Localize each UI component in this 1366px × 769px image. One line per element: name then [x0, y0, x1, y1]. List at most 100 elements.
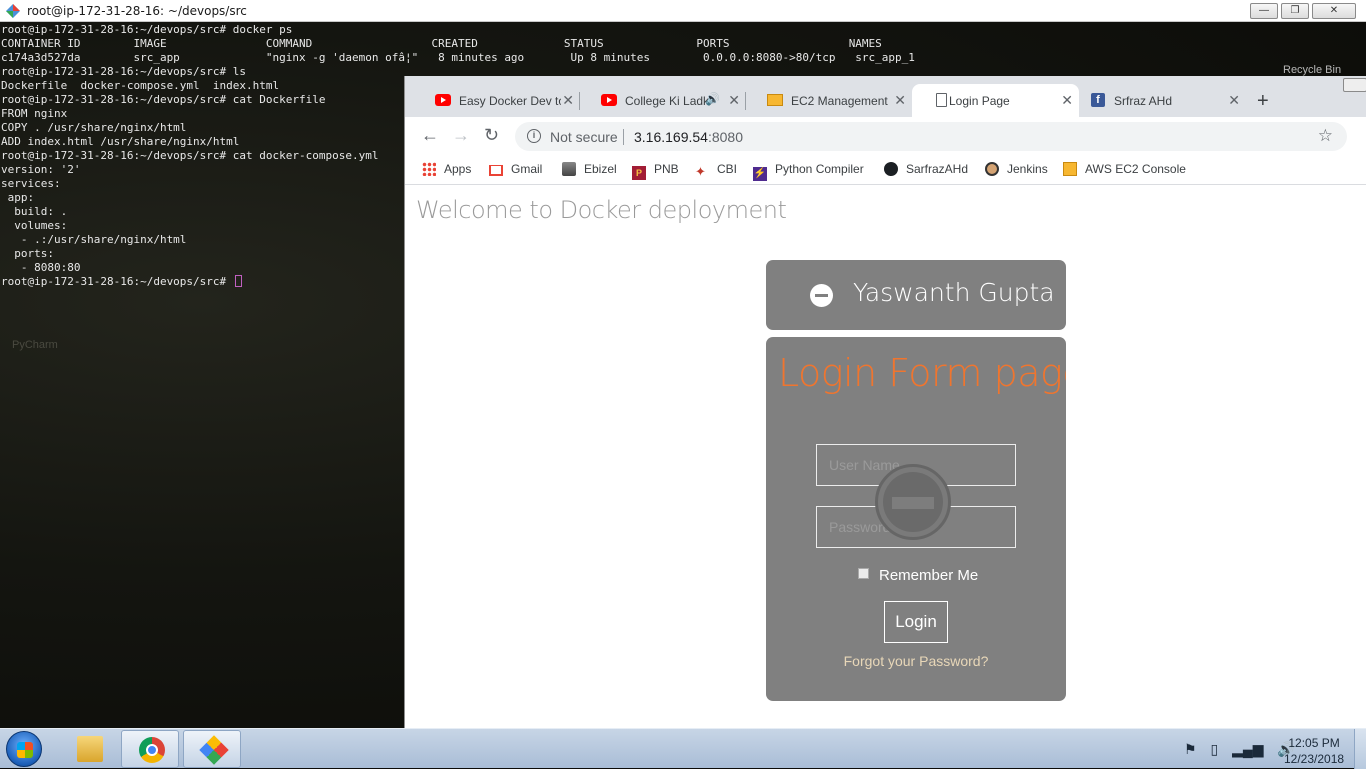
security-label[interactable]: Not secure — [550, 129, 618, 145]
page-icon — [936, 93, 947, 107]
terminal-line: c174a3d527da src_app "nginx -g 'daemon o… — [1, 51, 915, 64]
tab-ec2[interactable]: EC2 Management ✕ — [745, 84, 912, 117]
url-host: 3.16.169.54 — [634, 129, 708, 145]
page-content: Welcome to Docker deployment Yaswanth Gu… — [405, 186, 1366, 728]
bookmark-ebizel[interactable]: Ebizel — [562, 162, 617, 176]
clock-time: 12:05 PM — [1288, 736, 1340, 750]
page-heading: Welcome to Docker deployment — [416, 196, 787, 224]
bookmark-jenkins[interactable]: Jenkins — [985, 162, 1048, 176]
taskbar-chrome[interactable] — [121, 730, 179, 768]
pnb-icon: P — [632, 166, 646, 180]
url-port: :8080 — [707, 129, 744, 145]
terminal-app-icon — [199, 735, 229, 765]
youtube-icon — [435, 94, 451, 106]
close-icon[interactable]: ✕ — [562, 92, 574, 109]
bookmark-label: Ebizel — [584, 162, 617, 176]
audio-icon[interactable]: 🔊 — [705, 92, 720, 106]
close-icon[interactable]: ✕ — [1228, 92, 1240, 109]
chrome-icon — [139, 737, 165, 763]
start-button[interactable] — [6, 731, 42, 767]
bookmarks-bar: Apps Gmail Ebizel P PNB ✦ CBI ⚡ Python Comp… — [405, 156, 1366, 185]
terminal-window-controls: — ❐ ✕ — [1250, 3, 1356, 19]
back-arrow-icon[interactable]: ← — [421, 125, 439, 146]
tab-label: Login Page — [949, 94, 1010, 108]
ebizel-icon — [562, 162, 576, 176]
bookmark-label: Apps — [444, 162, 472, 176]
terminal-app-icon — [6, 4, 20, 18]
bookmark-cbi[interactable]: ✦ CBI — [695, 162, 737, 179]
battery-icon[interactable]: ▯ — [1210, 741, 1218, 757]
jenkins-icon — [985, 162, 999, 176]
taskbar-terminal[interactable] — [183, 730, 241, 768]
bookmark-label: CBI — [717, 162, 738, 176]
python-compiler-icon: ⚡ — [753, 167, 767, 181]
url-text[interactable]: 3.16.169.54:8080 — [634, 129, 743, 145]
tab-strip: Easy Docker Dev to ✕ College Ki Ladk 🔊 ✕… — [405, 76, 1366, 117]
clock[interactable]: 12:05 PM 12/23/2018 — [1284, 735, 1344, 767]
browser-window: Easy Docker Dev to ✕ College Ki Ladk 🔊 ✕… — [404, 76, 1366, 728]
bookmark-label: Python Compiler — [775, 162, 864, 176]
close-icon[interactable]: ✕ — [1061, 92, 1073, 109]
terminal-cursor — [234, 275, 242, 287]
reload-icon[interactable]: ↻ — [484, 125, 499, 146]
aws-icon — [767, 94, 783, 106]
remember-label: Remember Me — [879, 567, 979, 584]
tab-college[interactable]: College Ki Ladk 🔊 ✕ — [579, 84, 746, 117]
cbi-icon: ✦ — [695, 164, 706, 179]
browser-toolbar: ← → ↻ i Not secure 3.16.169.54:8080 ☆ — [405, 117, 1366, 156]
tab-login-page[interactable]: Login Page ✕ — [912, 84, 1079, 117]
close-icon[interactable]: ✕ — [728, 92, 740, 109]
action-center-icon[interactable]: ⚑ — [1184, 741, 1197, 757]
address-bar[interactable]: i Not secure 3.16.169.54:8080 ☆ — [515, 122, 1347, 151]
bookmark-star-icon[interactable]: ☆ — [1318, 126, 1333, 146]
terminal-line: root@ip-172-31-28-16:~/devops/src# docke… — [1, 23, 293, 36]
bookmark-label: PNB — [654, 162, 679, 176]
show-desktop-button[interactable] — [1354, 729, 1366, 769]
bookmark-pnb[interactable]: P PNB — [632, 162, 679, 180]
windows-logo-icon — [17, 742, 33, 758]
tab-label: Easy Docker Dev to — [459, 94, 561, 108]
divider — [623, 129, 624, 145]
taskbar-explorer[interactable] — [60, 730, 118, 768]
tab-label: EC2 Management — [791, 94, 888, 108]
terminal-line: CONTAINER ID IMAGE COMMAND CREATED STATU… — [1, 37, 882, 50]
tab-label: College Ki Ladk — [625, 94, 710, 108]
youtube-icon — [601, 94, 617, 106]
close-icon[interactable]: ✕ — [894, 92, 906, 109]
login-button[interactable]: Login — [884, 601, 948, 643]
desktop-icon-label: PyCharm — [12, 339, 58, 351]
user-name: Yaswanth Gupta — [853, 278, 1055, 307]
terminal-prompt: root@ip-172-31-28-16:~/devops/src# — [1, 275, 233, 288]
user-card: Yaswanth Gupta — [766, 260, 1066, 330]
bookmark-gmail[interactable]: Gmail — [489, 162, 542, 176]
facebook-icon: f — [1091, 93, 1105, 107]
minus-circle-icon[interactable] — [810, 284, 833, 307]
loading-spinner-icon — [875, 464, 951, 540]
remember-me[interactable]: Remember Me — [858, 567, 978, 584]
apps-grid-icon — [422, 162, 436, 176]
recycle-bin-label: Recycle Bin — [1283, 64, 1342, 76]
terminal-titlebar[interactable]: root@ip-172-31-28-16: ~/devops/src — ❐ ✕ — [0, 0, 1366, 22]
forward-arrow-icon[interactable]: → — [452, 125, 470, 146]
maximize-button[interactable]: ❐ — [1281, 3, 1309, 19]
forgot-password-link[interactable]: Forgot your Password? — [766, 653, 1066, 669]
browser-window-controls — [1343, 78, 1366, 97]
info-icon[interactable]: i — [527, 129, 541, 143]
form-title: Login Form page — [778, 351, 1066, 395]
close-button[interactable]: ✕ — [1312, 3, 1356, 19]
login-form: Login Form page Remember Me Login Forgot… — [766, 337, 1066, 701]
network-icon[interactable]: ▂▄▆ — [1232, 741, 1263, 757]
remember-checkbox[interactable] — [858, 568, 869, 579]
minimize-button[interactable] — [1343, 78, 1366, 92]
bookmark-label: AWS EC2 Console — [1085, 162, 1186, 176]
new-tab-button[interactable]: + — [1257, 90, 1269, 113]
bookmark-sarfrazahd[interactable]: SarfrazAHd — [884, 162, 968, 176]
minimize-button[interactable]: — — [1250, 3, 1278, 19]
gmail-icon — [489, 165, 503, 176]
bookmark-apps[interactable]: Apps — [422, 162, 471, 176]
bookmark-aws-ec2-console[interactable]: AWS EC2 Console — [1063, 162, 1186, 176]
bookmark-python-compiler[interactable]: ⚡ Python Compiler — [753, 162, 864, 181]
bookmark-label: SarfrazAHd — [906, 162, 969, 176]
tab-easy-docker[interactable]: Easy Docker Dev to ✕ — [413, 84, 580, 117]
tab-facebook[interactable]: f Srfraz AHd ✕ — [1079, 84, 1246, 117]
